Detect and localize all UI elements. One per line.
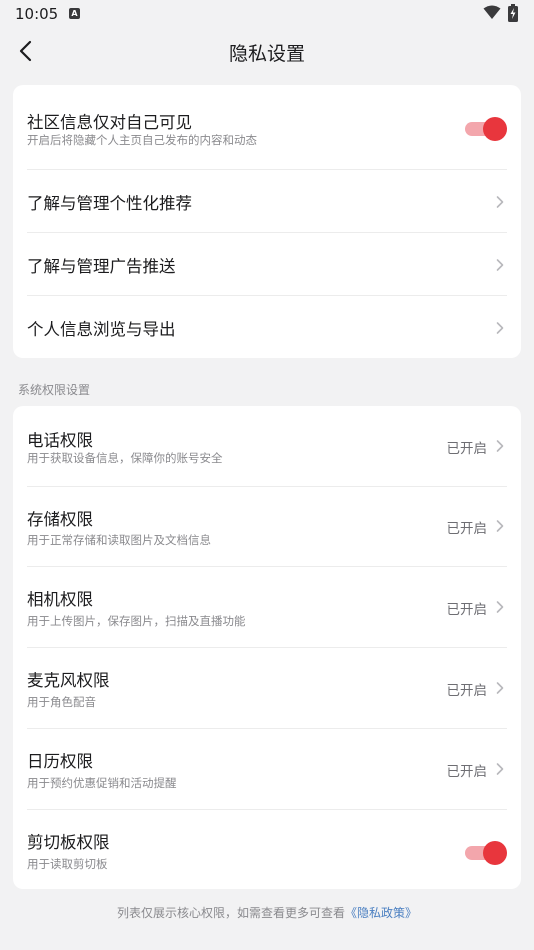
permission-row-calendar[interactable]: 日历权限 用于预约优惠促销和活动提醒 已开启 [13,729,521,810]
status-time: 10:05 [15,5,59,23]
chevron-right-icon [496,520,504,532]
battery-icon [508,4,518,22]
permission-subtitle: 用于正常存储和读取图片及文档信息 [27,533,211,547]
permission-title: 相机权限 [27,590,93,609]
permission-status: 已开启 [446,683,488,699]
permission-row-clipboard: 剪切板权限 用于读取剪切板 [13,810,521,889]
permission-status: 已开启 [446,602,488,618]
personalized-recommendation-title: 了解与管理个性化推荐 [27,194,192,213]
permission-row-storage[interactable]: 存储权限 用于正常存储和读取图片及文档信息 已开启 [13,487,521,567]
community-visibility-row: 社区信息仅对自己可见 开启后将隐藏个人主页自己发布的内容和动态 [13,85,521,170]
permission-status: 已开启 [446,764,488,780]
status-bar: 10:05 A [0,0,534,28]
top-bar: 隐私设置 [0,28,534,74]
permission-row-camera[interactable]: 相机权限 用于上传图片，保存图片，扫描及直播功能 已开启 [13,567,521,648]
clipboard-title: 剪切板权限 [27,833,110,852]
footer-note: 列表仅展示核心权限，如需查看更多可查看《隐私政策》 [0,904,534,921]
permission-row-phone[interactable]: 电话权限 用于获取设备信息，保障你的账号安全 已开启 [13,406,521,487]
chevron-right-icon [496,682,504,694]
chevron-right-icon [496,763,504,775]
permission-title: 电话权限 [27,431,93,450]
chevron-right-icon [496,259,504,271]
permission-row-microphone[interactable]: 麦克风权限 用于角色配音 已开启 [13,648,521,729]
privacy-settings-card: 社区信息仅对自己可见 开启后将隐藏个人主页自己发布的内容和动态 了解与管理个性化… [13,85,521,358]
section-label: 系统权限设置 [18,383,91,397]
chevron-right-icon [496,440,504,452]
footer-text: 列表仅展示核心权限，如需查看更多可查看 [116,906,345,920]
chevron-right-icon [496,322,504,334]
toggle-knob [483,841,507,865]
permission-title: 日历权限 [27,752,93,771]
community-visibility-toggle[interactable] [465,117,507,141]
permission-status: 已开启 [446,521,488,537]
permission-subtitle: 用于角色配音 [27,695,96,709]
community-visibility-subtitle: 开启后将隐藏个人主页自己发布的内容和动态 [27,133,257,147]
toggle-knob [483,117,507,141]
permission-subtitle: 用于预约优惠促销和活动提醒 [27,776,177,790]
permission-title: 存储权限 [27,510,93,529]
permission-subtitle: 用于上传图片，保存图片，扫描及直播功能 [27,614,246,628]
personalized-recommendation-row[interactable]: 了解与管理个性化推荐 [13,170,521,233]
page-title: 隐私设置 [228,43,305,65]
permission-status: 已开启 [446,441,488,457]
community-visibility-title: 社区信息仅对自己可见 [27,113,192,132]
personal-info-export-row[interactable]: 个人信息浏览与导出 [13,296,521,358]
chevron-right-icon [496,196,504,208]
personal-info-export-title: 个人信息浏览与导出 [27,320,176,339]
permission-subtitle: 用于获取设备信息，保障你的账号安全 [27,451,223,465]
privacy-policy-link[interactable]: 《隐私政策》 [345,906,417,920]
clipboard-subtitle: 用于读取剪切板 [27,857,108,871]
wifi-icon [483,5,501,19]
ad-push-row[interactable]: 了解与管理广告推送 [13,233,521,296]
chevron-right-icon [496,601,504,613]
notification-icon: A [69,8,80,19]
clipboard-toggle[interactable] [465,841,507,865]
ad-push-title: 了解与管理广告推送 [27,257,176,276]
system-permissions-card: 电话权限 用于获取设备信息，保障你的账号安全 已开启 存储权限 用于正常存储和读… [13,406,521,889]
permission-title: 麦克风权限 [27,671,110,690]
